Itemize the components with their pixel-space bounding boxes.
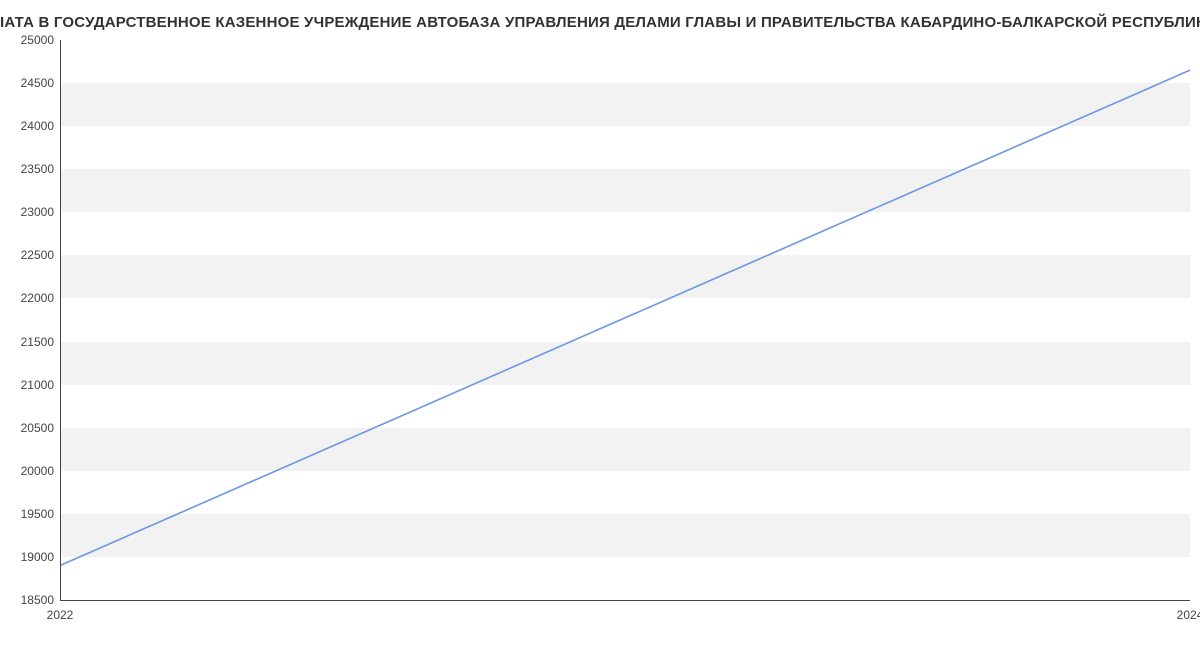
y-tick-label: 20500 [21, 421, 54, 435]
y-tick-label: 23500 [21, 162, 54, 176]
y-tick-label: 22000 [21, 291, 54, 305]
y-tick-label: 20000 [21, 464, 54, 478]
chart-title: IАТА В ГОСУДАРСТВЕННОЕ КАЗЕННОЕ УЧРЕЖДЕН… [0, 14, 1200, 31]
line-series [60, 40, 1190, 600]
x-tick-label: 2024 [1177, 608, 1200, 622]
x-axis [60, 600, 1190, 601]
plot-area [60, 40, 1190, 600]
y-tick-label: 24000 [21, 119, 54, 133]
y-tick-label: 21000 [21, 378, 54, 392]
y-tick-label: 22500 [21, 248, 54, 262]
y-tick-label: 18500 [21, 593, 54, 607]
x-tick-label: 2022 [47, 608, 74, 622]
y-tick-label: 21500 [21, 335, 54, 349]
y-tick-label: 19500 [21, 507, 54, 521]
y-tick-label: 19000 [21, 550, 54, 564]
y-axis [60, 40, 61, 600]
y-tick-label: 24500 [21, 76, 54, 90]
y-tick-label: 23000 [21, 205, 54, 219]
y-tick-label: 25000 [21, 33, 54, 47]
